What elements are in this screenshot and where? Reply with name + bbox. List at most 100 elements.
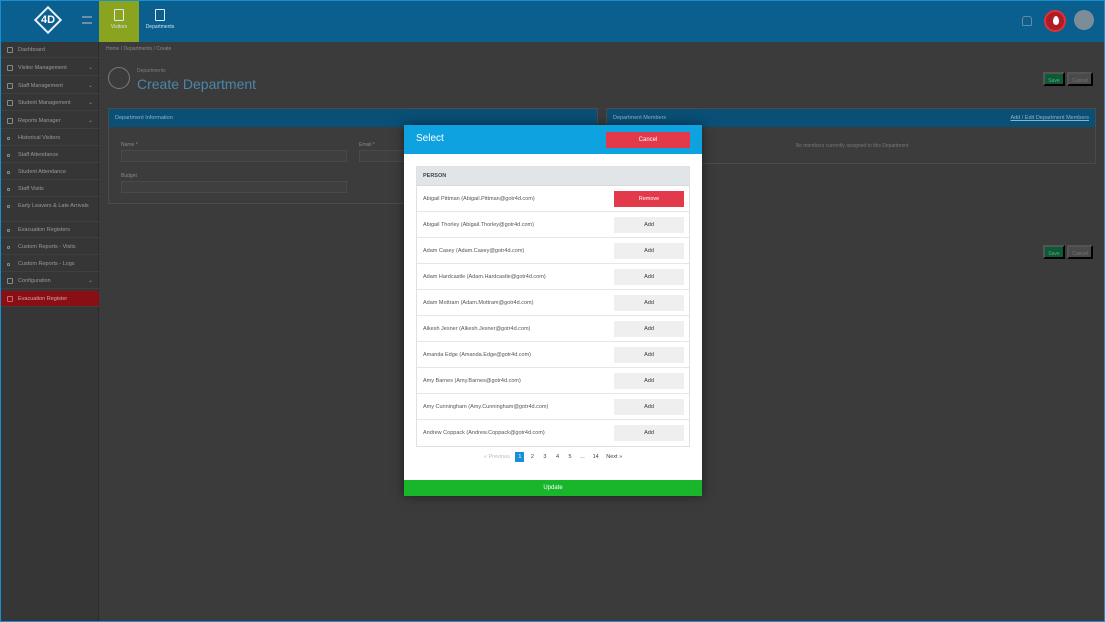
- add-button[interactable]: Add: [614, 399, 684, 415]
- top-tab-visitors[interactable]: Visitors: [99, 0, 139, 42]
- modal-header: Select Cancel: [404, 125, 702, 154]
- top-tab-label: Visitors: [110, 24, 128, 30]
- sidebar-item-configuration[interactable]: Configuration ⌄: [0, 273, 99, 289]
- visitors-icon: [114, 9, 124, 21]
- sidebar-item-label: Evacuation Register: [18, 296, 68, 302]
- modal-cancel-button[interactable]: Cancel: [606, 132, 690, 148]
- save-button-bottom[interactable]: Save: [1043, 245, 1065, 259]
- sidebar-item-custom-reports-logs[interactable]: Custom Reports - Logs: [0, 256, 99, 272]
- person-name: Alkesh Jesner (Alkesh.Jesner@gotr4d.com): [423, 326, 531, 332]
- bullet-icon: [7, 205, 10, 208]
- document-icon: [155, 9, 165, 21]
- sidebar-item-label: Student Attendance: [18, 169, 67, 175]
- sidebar-item-label: Early Leavers & Late Arrivals: [18, 203, 89, 209]
- page-link[interactable]: 2: [528, 452, 537, 462]
- page-link[interactable]: 3: [540, 452, 549, 462]
- bell-icon[interactable]: [1022, 16, 1032, 26]
- sidebar-item-historical-visitors[interactable]: Historical Visitors: [0, 130, 99, 146]
- edit-members-link[interactable]: Add / Edit Department Members: [1010, 109, 1089, 127]
- sidebar-item-student-attendance[interactable]: Student Attendance: [0, 164, 99, 180]
- student-icon: [7, 100, 13, 106]
- select-modal: Select Cancel PERSON Abigail Pittman (Ab…: [404, 125, 702, 496]
- email-label: Email *: [359, 142, 375, 148]
- page-link[interactable]: 1: [515, 452, 525, 462]
- pagination-previous[interactable]: « Previous: [482, 452, 512, 462]
- page-link[interactable]: 5: [566, 452, 575, 462]
- sidebar-item-early-leavers[interactable]: Early Leavers & Late Arrivals: [0, 198, 99, 222]
- bullet-icon: [7, 154, 10, 157]
- cancel-button-bottom[interactable]: Cancel: [1067, 245, 1093, 259]
- table-row: Andrew Coppack (Andrew.Coppack@gotr4d.co…: [417, 420, 689, 446]
- add-button[interactable]: Add: [614, 243, 684, 259]
- add-button[interactable]: Add: [614, 373, 684, 389]
- chevron-down-icon: ⌄: [87, 100, 93, 106]
- sidebar-item-label: Staff Management: [18, 83, 63, 89]
- person-name: Amy Barnes (Amy.Barnes@gotr4d.com): [423, 378, 521, 384]
- name-field[interactable]: [121, 150, 347, 162]
- table-row: Abigail Thorley (Abigail.Thorley@gotr4d.…: [417, 212, 689, 238]
- sidebar-item-staff-visits[interactable]: Staff Visits: [0, 181, 99, 197]
- top-tab-departments[interactable]: Departments: [140, 0, 180, 42]
- sidebar-item-label: Historical Visitors: [18, 135, 61, 141]
- top-tab-label: Departments: [145, 24, 175, 30]
- page-subtitle: Departments: [137, 68, 166, 74]
- chevron-down-icon: ⌄: [87, 118, 93, 124]
- bullet-icon: [7, 188, 10, 191]
- sidebar-item-student-management[interactable]: Student Management ⌄: [0, 95, 99, 111]
- sidebar-item-custom-reports-visits[interactable]: Custom Reports - Visits: [0, 239, 99, 255]
- add-button[interactable]: Add: [614, 295, 684, 311]
- page-link[interactable]: 14: [591, 452, 601, 462]
- table-row: Adam Mottram (Adam.Mottram@gotr4d.com) Ad…: [417, 290, 689, 316]
- sidebar-item-evacuation-register[interactable]: Evacuation Register: [0, 291, 99, 307]
- logo-text: 4D: [40, 14, 56, 26]
- add-button[interactable]: Add: [614, 217, 684, 233]
- sidebar-item-visitor-management[interactable]: Visitor Management ⌄: [0, 60, 99, 76]
- person-name: Adam Hardcastle (Adam.Hardcastle@gotr4d.…: [423, 274, 546, 280]
- user-avatar-icon[interactable]: [1074, 10, 1094, 30]
- cancel-button-top[interactable]: Cancel: [1067, 72, 1093, 86]
- sidebar-item-staff-management[interactable]: Staff Management ⌄: [0, 78, 99, 94]
- sidebar-item-label: Dashboard: [18, 47, 45, 53]
- sidebar-item-staff-attendance[interactable]: Staff Attendance: [0, 147, 99, 163]
- person-name: Abigail Thorley (Abigail.Thorley@gotr4d.…: [423, 222, 534, 228]
- chevron-down-icon: ⌄: [87, 278, 93, 284]
- staff-icon: [7, 83, 13, 89]
- bullet-icon: [7, 246, 10, 249]
- table-row: Abigail Pittman (Abigail.Pittman@gotr4d.…: [417, 186, 689, 212]
- breadcrumb: Home / Departments / Create: [106, 46, 172, 52]
- dashboard-icon: [7, 47, 13, 53]
- person-table: PERSON Abigail Pittman (Abigail.Pittman@…: [416, 166, 690, 447]
- pagination-next[interactable]: Next »: [604, 452, 624, 462]
- sidebar-item-dashboard[interactable]: Dashboard: [0, 42, 99, 58]
- budget-label: Budget: [121, 173, 137, 179]
- bullet-icon: [7, 229, 10, 232]
- sidebar: Dashboard Visitor Management ⌄ Staff Mana…: [0, 42, 99, 622]
- menu-toggle-icon[interactable]: [82, 16, 92, 24]
- sidebar-item-reports-manager[interactable]: Reports Manager ⌄: [0, 113, 99, 129]
- column-header-person: PERSON: [417, 167, 689, 186]
- add-button[interactable]: Add: [614, 425, 684, 441]
- person-name: Amy Cunningham (Amy.Cunningham@gotr4d.co…: [423, 404, 549, 410]
- add-button[interactable]: Add: [614, 269, 684, 285]
- sidebar-item-label: Custom Reports - Logs: [18, 261, 75, 267]
- budget-field[interactable]: [121, 181, 347, 193]
- app-logo[interactable]: 4D: [33, 5, 63, 35]
- reports-icon: [7, 118, 13, 124]
- table-row: Alkesh Jesner (Alkesh.Jesner@gotr4d.com)…: [417, 316, 689, 342]
- add-button[interactable]: Add: [614, 321, 684, 337]
- update-button[interactable]: Update: [404, 480, 702, 496]
- page-link[interactable]: 4: [553, 452, 562, 462]
- page-ellipsis: ...: [580, 454, 585, 460]
- bullet-icon: [7, 263, 10, 266]
- remove-button[interactable]: Remove: [614, 191, 684, 207]
- bullet-icon: [7, 137, 10, 140]
- table-row: Amy Cunningham (Amy.Cunningham@gotr4d.co…: [417, 394, 689, 420]
- save-button-top[interactable]: Save: [1043, 72, 1065, 86]
- alert-icon[interactable]: [1044, 10, 1066, 32]
- add-button[interactable]: Add: [614, 347, 684, 363]
- page-title: Create Department: [137, 76, 257, 92]
- person-name: Adam Mottram (Adam.Mottram@gotr4d.com): [423, 300, 534, 306]
- fire-icon: [7, 296, 13, 302]
- sidebar-item-evacuation-registers[interactable]: Evacuation Registers: [0, 222, 99, 238]
- panel-title: Department Members: [613, 115, 667, 121]
